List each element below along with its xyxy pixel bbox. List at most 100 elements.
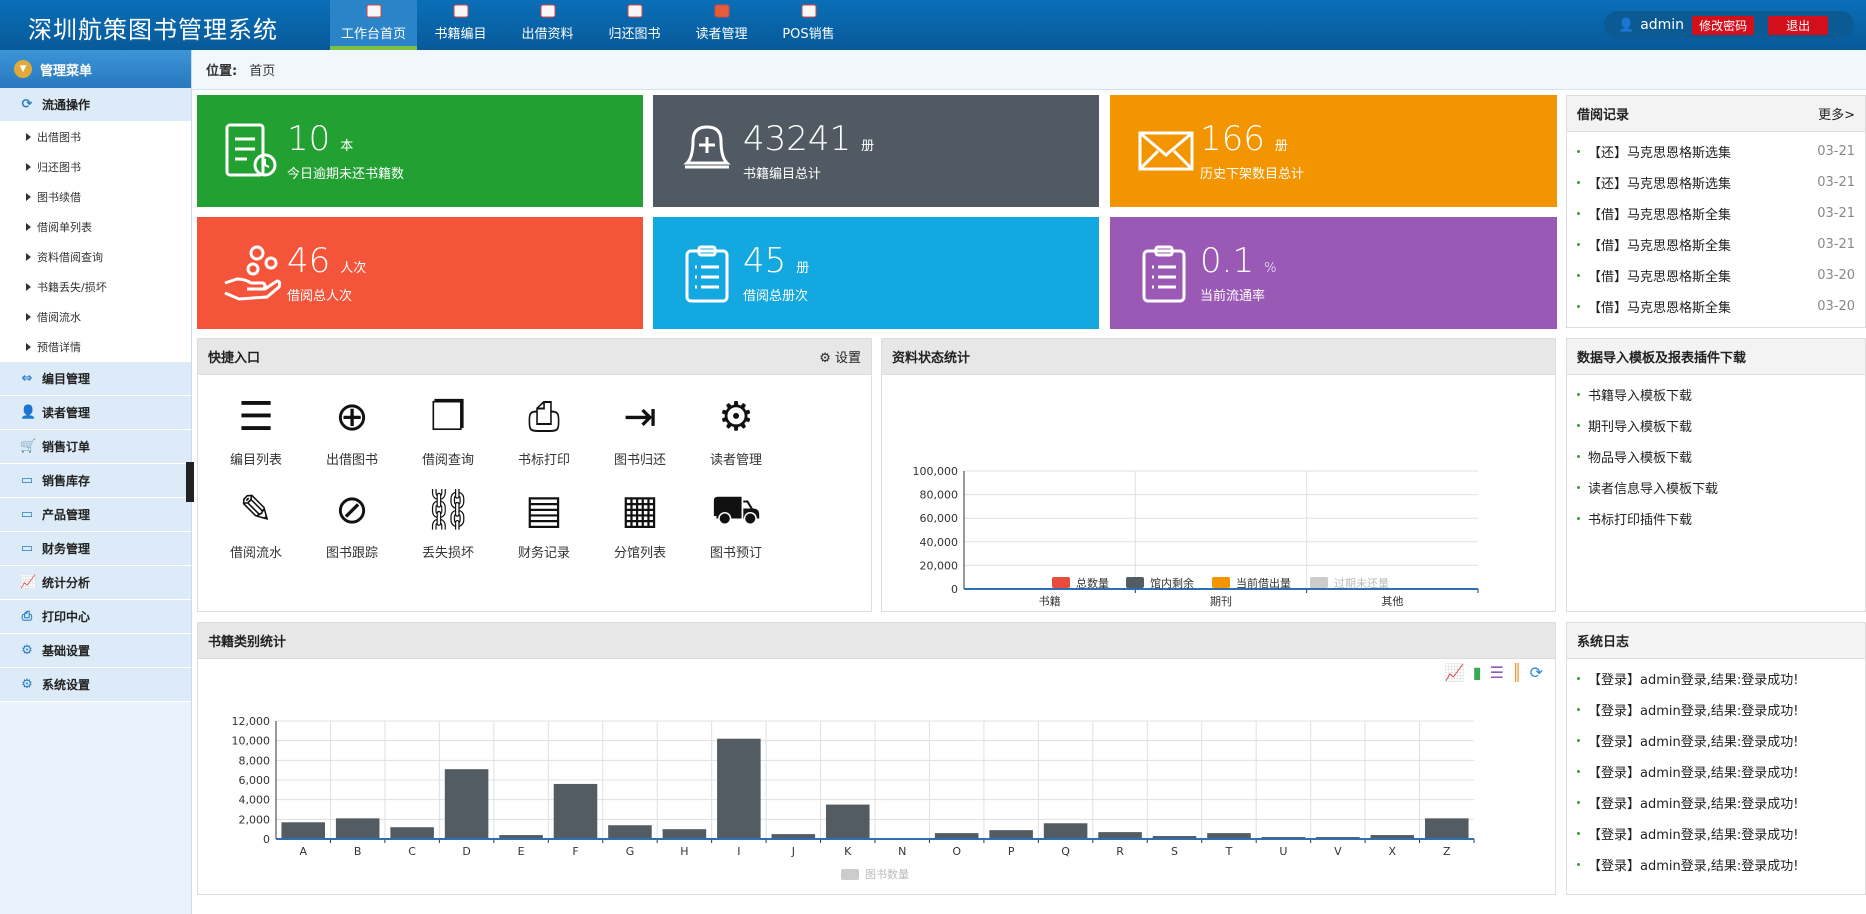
download-link[interactable]: 读者信息导入模板下载 bbox=[1567, 472, 1865, 503]
bar bbox=[608, 825, 652, 839]
sidebar-group-8[interactable]: ⎙ 打印中心 bbox=[0, 600, 191, 634]
catalog-icon: ⇔ bbox=[21, 370, 33, 386]
quick-item-7[interactable]: ⊘ 图书跟踪 bbox=[304, 480, 400, 561]
sidebar-group-0[interactable]: ⟳ 流通操作 bbox=[0, 88, 191, 122]
borrow-record-row[interactable]: 【借】马克思恩格斯全集 03-20 bbox=[1567, 291, 1865, 322]
sidebar-title-label: 管理菜单 bbox=[40, 63, 93, 79]
more-link[interactable]: 更多> bbox=[1818, 104, 1855, 123]
quick-item-2[interactable]: ❐ 借阅查询 bbox=[400, 387, 496, 468]
sidebar-group-1[interactable]: ⇔ 编目管理 bbox=[0, 362, 191, 396]
sidebar-title[interactable]: ▼ 管理菜单 bbox=[0, 50, 191, 88]
stat-card-0[interactable]: 10 本今日逾期未还书籍数 bbox=[197, 95, 643, 207]
stat-number: 10 bbox=[287, 119, 331, 159]
breadcrumb: 位置: 首页 bbox=[192, 50, 1866, 90]
borrow-record-date: 03-21 bbox=[1817, 237, 1855, 252]
sidebar-subitem-2[interactable]: 图书续借 bbox=[0, 182, 191, 212]
log-entry: 【登录】admin登录,结果:登录成功! bbox=[1567, 694, 1865, 725]
borrow-record-text: 【借】马克思恩格斯全集 bbox=[1588, 301, 1732, 316]
refresh-icon[interactable]: ⟳ bbox=[1530, 663, 1543, 682]
app-title: 深圳航策图书管理系统 bbox=[28, 16, 278, 44]
borrow-record-row[interactable]: 【借】马克思恩格斯全集 03-21 bbox=[1567, 198, 1865, 229]
quick-item-label: 书标打印 bbox=[517, 453, 570, 468]
sidebar-group-5[interactable]: ▭ 产品管理 bbox=[0, 498, 191, 532]
quick-item-1[interactable]: ⊕ 出借图书 bbox=[304, 387, 400, 468]
quick-item-4[interactable]: ⇥ 图书归还 bbox=[592, 387, 688, 468]
reader-gear-icon: ⚙ bbox=[718, 394, 754, 440]
lend-doc-icon bbox=[538, 3, 558, 19]
sidebar-subitem-4[interactable]: 资料借阅查询 bbox=[0, 242, 191, 272]
x-tick-label: B bbox=[354, 845, 362, 858]
borrow-record-row[interactable]: 【还】马克思恩格斯选集 03-21 bbox=[1567, 136, 1865, 167]
catalog-list-icon: ☰ bbox=[238, 394, 274, 440]
sidebar-group-10[interactable]: ⚙ 系统设置 bbox=[0, 668, 191, 702]
stat-card-1[interactable]: 43241 册书籍编目总计 bbox=[653, 95, 1099, 207]
sidebar-group-4[interactable]: ▭ 销售库存 bbox=[0, 464, 191, 498]
sidebar-group-9[interactable]: ⚙ 基础设置 bbox=[0, 634, 191, 668]
borrow-record-date: 03-21 bbox=[1817, 175, 1855, 190]
quick-settings-button[interactable]: ⚙ 设置 bbox=[819, 347, 861, 366]
nav-item-4[interactable]: 读者管理 bbox=[678, 0, 765, 50]
borrow-record-text: 【借】马克思恩格斯全集 bbox=[1588, 239, 1732, 254]
sidebar-group-label: 统计分析 bbox=[42, 576, 91, 590]
stat-card-3[interactable]: 46 人次 借阅总人次 bbox=[197, 217, 643, 329]
pos-icon bbox=[799, 3, 819, 19]
sidebar-group-2[interactable]: 👤 读者管理 bbox=[0, 396, 191, 430]
legend-label: 过期未还量 bbox=[1334, 577, 1389, 590]
y-tick-label: 10,000 bbox=[232, 735, 271, 748]
sidebar: ▼ 管理菜单 ⟳ 流通操作 出借图书 归还图书 图书续借 借阅单列表 资料借阅查询 书籍丢失/… bbox=[0, 50, 192, 914]
sidebar-subitem-6[interactable]: 借阅流水 bbox=[0, 302, 191, 332]
stat-number: 43241 bbox=[743, 119, 852, 159]
sidebar-subitem-3[interactable]: 借阅单列表 bbox=[0, 212, 191, 242]
sidebar-subitem-5[interactable]: 书籍丢失/损坏 bbox=[0, 272, 191, 302]
stat-card-2[interactable]: 166 册历史下架数目总计 bbox=[1110, 95, 1557, 207]
quick-item-8[interactable]: ⛓ 丢失损坏 bbox=[400, 480, 496, 561]
sidebar-subitem-7[interactable]: 预借详情 bbox=[0, 332, 191, 362]
stat-unit: % bbox=[1264, 261, 1277, 276]
stat-card-4[interactable]: 45 册借阅总册次 bbox=[653, 217, 1099, 329]
nav-item-5[interactable]: POS销售 bbox=[765, 0, 852, 50]
nav-item-2[interactable]: 出借资料 bbox=[504, 0, 591, 50]
quick-item-6[interactable]: ✎ 借阅流水 bbox=[208, 480, 304, 561]
sidebar-subitem-0[interactable]: 出借图书 bbox=[0, 122, 191, 152]
sidebar-group-7[interactable]: 📈 统计分析 bbox=[0, 566, 191, 600]
x-tick-label: X bbox=[1389, 845, 1397, 858]
reader-icon bbox=[712, 3, 732, 19]
nav-item-1[interactable]: 书籍编目 bbox=[417, 0, 504, 50]
bar-chart-icon[interactable]: ▮ bbox=[1473, 663, 1482, 682]
download-link[interactable]: 期刊导入模板下载 bbox=[1567, 410, 1865, 441]
track-icon: ⊘ bbox=[335, 487, 369, 533]
stat-card-5[interactable]: 0.1% 当前流通率 bbox=[1110, 217, 1557, 329]
borrow-record-row[interactable]: 【借】马克思恩格斯全集 03-20 bbox=[1567, 260, 1865, 291]
quick-item-9[interactable]: ▤ 财务记录 bbox=[496, 480, 592, 561]
quick-item-label: 出借图书 bbox=[325, 453, 378, 468]
x-tick-label: E bbox=[518, 845, 525, 858]
sidebar-collapse-handle[interactable] bbox=[186, 462, 194, 502]
quick-item-0[interactable]: ☰ 编目列表 bbox=[208, 387, 304, 468]
sidebar-group-6[interactable]: ▭ 财务管理 bbox=[0, 532, 191, 566]
nav-label: 归还图书 bbox=[608, 27, 661, 42]
quick-item-5[interactable]: ⚙ 读者管理 bbox=[688, 387, 784, 468]
nav-item-0[interactable]: 工作台首页 bbox=[330, 0, 417, 50]
borrow-record-text: 【借】马克思恩格斯全集 bbox=[1588, 270, 1732, 285]
quick-item-10[interactable]: ▦ 分馆列表 bbox=[592, 480, 688, 561]
download-link[interactable]: 物品导入模板下载 bbox=[1567, 441, 1865, 472]
logout-button[interactable]: 退出 bbox=[1768, 15, 1829, 35]
sidebar-group-3[interactable]: 🛒 销售订单 bbox=[0, 430, 191, 464]
download-link[interactable]: 书籍导入模板下载 bbox=[1567, 379, 1865, 410]
quick-item-label: 分馆列表 bbox=[613, 546, 666, 561]
stack-icon[interactable]: ☰ bbox=[1490, 663, 1504, 682]
borrow-record-date: 03-20 bbox=[1817, 299, 1855, 314]
quick-item-3[interactable]: ⎙ 书标打印 bbox=[496, 387, 592, 468]
nav-item-3[interactable]: 归还图书 bbox=[591, 0, 678, 50]
change-password-button[interactable]: 修改密码 bbox=[1692, 15, 1755, 35]
breadcrumb-current[interactable]: 首页 bbox=[249, 60, 275, 79]
status-chart: 0 20,000 40,000 60,000 80,000 100,000 书籍 期刊 其他 总数… bbox=[913, 465, 1479, 608]
quick-item-11[interactable]: ⛟ 图书预订 bbox=[688, 480, 784, 561]
stat-unit: 本 bbox=[340, 139, 354, 154]
borrow-record-row[interactable]: 【借】马克思恩格斯全集 03-21 bbox=[1567, 229, 1865, 260]
download-link[interactable]: 书标打印插件下载 bbox=[1567, 503, 1865, 534]
tiled-icon[interactable]: ║ bbox=[1512, 663, 1522, 682]
line-chart-icon[interactable]: 📈 bbox=[1445, 663, 1465, 682]
sidebar-subitem-1[interactable]: 归还图书 bbox=[0, 152, 191, 182]
borrow-record-row[interactable]: 【还】马克思恩格斯选集 03-21 bbox=[1567, 167, 1865, 198]
